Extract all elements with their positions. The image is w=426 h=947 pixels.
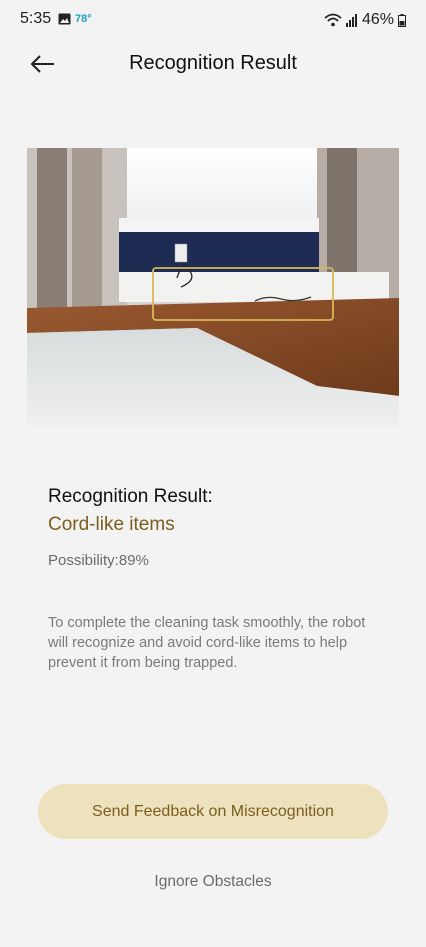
gallery-icon — [58, 13, 71, 25]
ignore-obstacles-link[interactable]: Ignore Obstacles — [0, 873, 426, 891]
result-heading: Recognition Result: — [48, 486, 213, 507]
status-time: 5:35 — [20, 10, 52, 27]
send-feedback-button[interactable]: Send Feedback on Misrecognition — [38, 784, 388, 839]
signal-icon — [345, 13, 357, 27]
result-value: Cord-like items — [48, 514, 175, 535]
header: Recognition Result — [0, 40, 426, 90]
battery-percent: 46% — [361, 11, 394, 28]
obstacle-photo — [27, 148, 399, 426]
weather-temperature: 78° — [75, 13, 92, 25]
wifi-icon — [324, 13, 342, 27]
possibility-text: Possibility:89% — [48, 552, 149, 569]
page-title: Recognition Result — [129, 52, 297, 74]
battery-icon — [398, 13, 406, 27]
status-bar: 5:35 78° 46% — [0, 0, 426, 40]
result-description: To complete the cleaning task smoothly, … — [48, 615, 366, 671]
